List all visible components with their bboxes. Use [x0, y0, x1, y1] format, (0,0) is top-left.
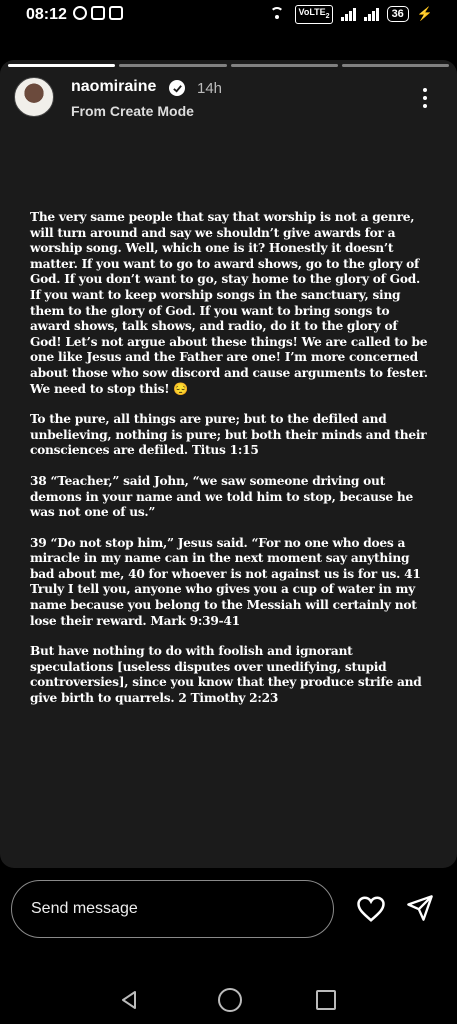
charging-icon: ⚡	[416, 6, 433, 22]
facebook-icon	[109, 6, 123, 20]
story-paragraph: 38 “Teacher,” said John, “we saw someone…	[30, 473, 413, 520]
heart-icon[interactable]	[356, 895, 386, 923]
send-message-input[interactable]: Send message	[11, 880, 334, 938]
status-bar: 08:12 VoLTE2 36 ⚡	[0, 0, 457, 32]
progress-segment	[119, 64, 227, 67]
verified-badge-icon	[169, 80, 185, 96]
system-icons: VoLTE2 36 ⚡	[269, 5, 433, 24]
home-icon[interactable]	[218, 988, 242, 1012]
notification-icon	[91, 6, 105, 20]
back-icon[interactable]	[120, 990, 140, 1010]
story-paragraph: The very same people that say that worsh…	[30, 210, 428, 396]
send-icon[interactable]	[406, 894, 434, 922]
send-message-placeholder: Send message	[31, 900, 138, 917]
story-paragraph: But have nothing to do with foolish and …	[30, 644, 422, 706]
signal-icon-2	[363, 7, 379, 21]
story-text: The very same people that say that worsh…	[30, 210, 430, 722]
progress-segment	[8, 64, 116, 67]
status-time: 08:12	[26, 6, 67, 23]
create-mode-label[interactable]: From Create Mode	[71, 103, 194, 119]
progress-segment	[230, 64, 338, 67]
story-progress-bar	[8, 64, 449, 67]
battery-indicator: 36	[386, 6, 409, 23]
progress-segment	[341, 64, 449, 67]
navigation-bar	[0, 968, 457, 1024]
more-options-icon[interactable]	[423, 88, 427, 108]
story-paragraph: 39 “Do not stop him,” Jesus said. “For n…	[30, 535, 421, 628]
post-time: 14h	[197, 80, 223, 97]
story-paragraph: To the pure, all things are pure; but to…	[30, 412, 427, 458]
recents-icon[interactable]	[316, 990, 336, 1010]
avatar[interactable]	[14, 77, 54, 117]
alarm-icon	[73, 6, 87, 20]
wifi-icon	[269, 7, 287, 21]
notification-icons	[73, 6, 123, 20]
username[interactable]: naomiraine	[71, 78, 156, 96]
signal-icon	[340, 7, 356, 21]
volte-badge: VoLTE2	[295, 5, 333, 24]
